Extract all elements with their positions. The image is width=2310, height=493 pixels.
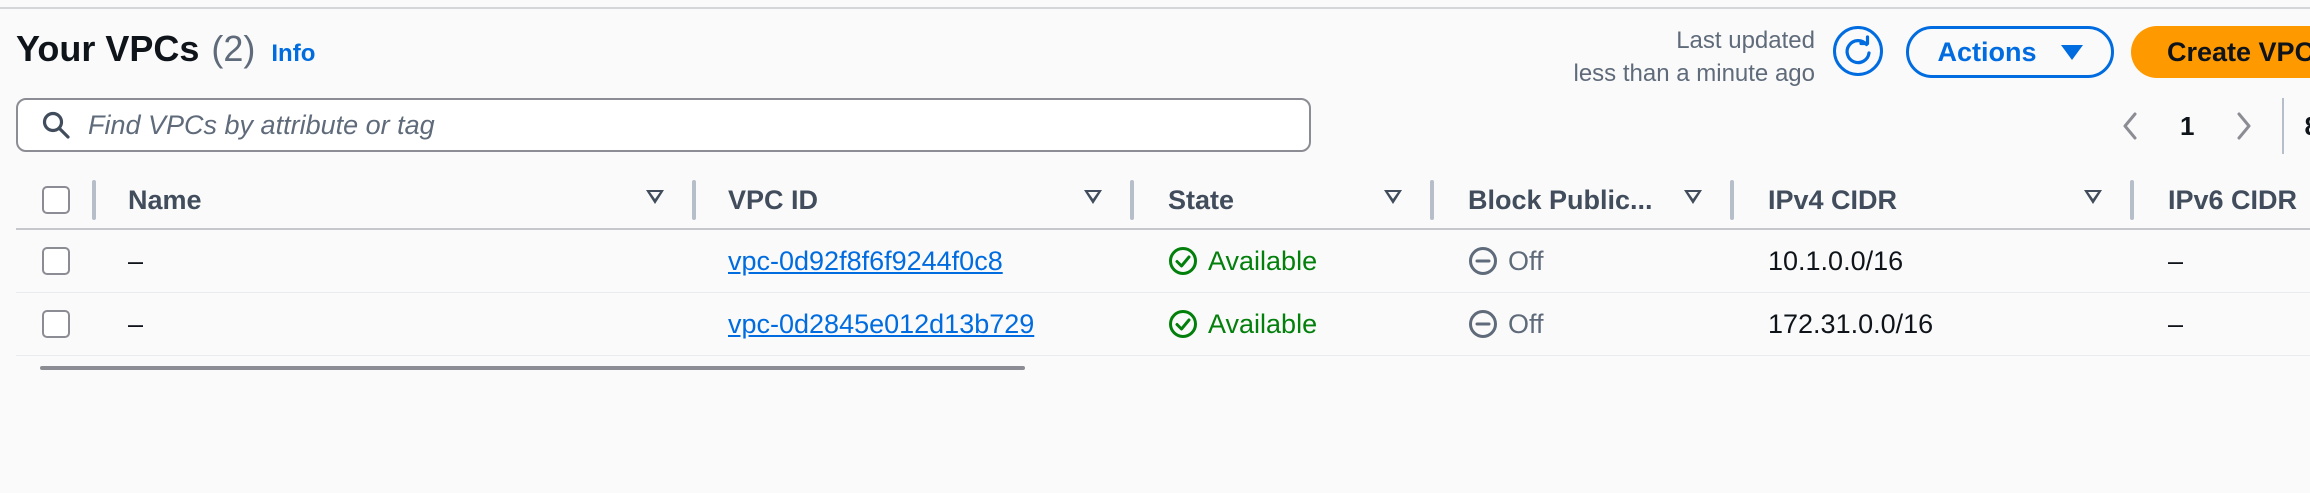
sort-icon[interactable] bbox=[1684, 190, 1702, 204]
page-title: Your VPCs bbox=[16, 28, 200, 69]
page-header: Your VPCs (2) Info bbox=[16, 28, 315, 70]
status-available: Available bbox=[1168, 309, 1317, 340]
column-divider[interactable] bbox=[2130, 180, 2134, 220]
search-input[interactable] bbox=[86, 108, 1270, 142]
table-row[interactable]: – vpc-0d2845e012d13b729 Available Off 17… bbox=[16, 293, 2310, 356]
state-label: Available bbox=[1208, 308, 1318, 339]
minus-circle-icon bbox=[1469, 310, 1497, 338]
cell-name: – bbox=[128, 245, 144, 276]
refresh-icon bbox=[1845, 35, 1871, 65]
column-header-state[interactable]: State bbox=[1168, 172, 1234, 228]
status-off: Off bbox=[1468, 309, 1544, 340]
column-header-vpc-id[interactable]: VPC ID bbox=[728, 172, 818, 228]
page-number[interactable]: 1 bbox=[2180, 111, 2194, 142]
check-circle-icon bbox=[1169, 310, 1197, 338]
last-updated-label: Last updated bbox=[1676, 27, 1815, 54]
select-all-checkbox[interactable] bbox=[42, 186, 70, 214]
column-header-ipv4-cidr[interactable]: IPv4 CIDR bbox=[1768, 172, 1897, 228]
minus-circle-icon bbox=[1469, 247, 1497, 275]
column-header-block-public[interactable]: Block Public... bbox=[1468, 172, 1653, 228]
cell-ipv4-cidr: 10.1.0.0/16 bbox=[1768, 245, 1904, 276]
sort-icon[interactable] bbox=[646, 190, 664, 204]
select-all-cell bbox=[42, 172, 70, 228]
check-circle-icon bbox=[1169, 247, 1197, 275]
pagination: 1 8 bbox=[2112, 98, 2310, 154]
top-divider bbox=[0, 7, 2310, 9]
cell-ipv4-cidr: 172.31.0.0/16 bbox=[1768, 308, 1934, 339]
cell-ipv6-cidr: – bbox=[2168, 245, 2184, 276]
horizontal-scrollbar[interactable] bbox=[40, 366, 1025, 370]
last-updated: Last updated less than a minute ago bbox=[1574, 24, 1816, 90]
actions-button[interactable]: Actions bbox=[1906, 26, 2114, 78]
column-header-name[interactable]: Name bbox=[128, 172, 202, 228]
chevron-left-icon[interactable] bbox=[2112, 108, 2148, 144]
caret-down-icon bbox=[2060, 44, 2083, 60]
column-divider[interactable] bbox=[1130, 180, 1134, 220]
column-divider[interactable] bbox=[692, 180, 696, 220]
create-vpc-button[interactable]: Create VPC bbox=[2131, 26, 2310, 78]
last-updated-value: less than a minute ago bbox=[1573, 60, 1816, 87]
info-link[interactable]: Info bbox=[271, 40, 315, 68]
refresh-button[interactable] bbox=[1833, 26, 1883, 76]
cell-ipv6-cidr: – bbox=[2168, 308, 2184, 339]
block-public-label: Off bbox=[1508, 308, 1544, 339]
search-box[interactable] bbox=[16, 98, 1311, 152]
preferences-partial[interactable]: 8 bbox=[2304, 111, 2310, 142]
column-divider[interactable] bbox=[1730, 180, 1734, 220]
column-header-ipv6-cidr[interactable]: IPv6 CIDR bbox=[2168, 172, 2297, 228]
column-divider[interactable] bbox=[92, 180, 96, 220]
status-off: Off bbox=[1468, 246, 1544, 277]
cell-name: – bbox=[128, 308, 144, 339]
search-icon bbox=[40, 109, 72, 141]
sort-icon[interactable] bbox=[2084, 190, 2102, 204]
sort-icon[interactable] bbox=[1384, 190, 1402, 204]
actions-label: Actions bbox=[1937, 36, 2037, 67]
table-row[interactable]: – vpc-0d92f8f6f9244f0c8 Available Off 10… bbox=[16, 230, 2310, 293]
pagination-divider bbox=[2282, 98, 2285, 154]
sort-icon[interactable] bbox=[1084, 190, 1102, 204]
block-public-label: Off bbox=[1508, 245, 1544, 276]
column-divider[interactable] bbox=[1430, 180, 1434, 220]
row-checkbox[interactable] bbox=[42, 310, 70, 338]
table-header: Name VPC ID State Block Public... IPv4 C… bbox=[16, 172, 2310, 230]
chevron-right-icon[interactable] bbox=[2226, 108, 2262, 144]
row-checkbox[interactable] bbox=[42, 247, 70, 275]
vpc-id-link[interactable]: vpc-0d92f8f6f9244f0c8 bbox=[728, 246, 1003, 277]
status-available: Available bbox=[1168, 246, 1317, 277]
vpc-id-link[interactable]: vpc-0d2845e012d13b729 bbox=[728, 309, 1034, 340]
create-vpc-label: Create VPC bbox=[2167, 36, 2310, 67]
vpc-table: Name VPC ID State Block Public... IPv4 C… bbox=[16, 172, 2310, 356]
state-label: Available bbox=[1208, 245, 1318, 276]
vpc-count: (2) bbox=[211, 28, 256, 69]
